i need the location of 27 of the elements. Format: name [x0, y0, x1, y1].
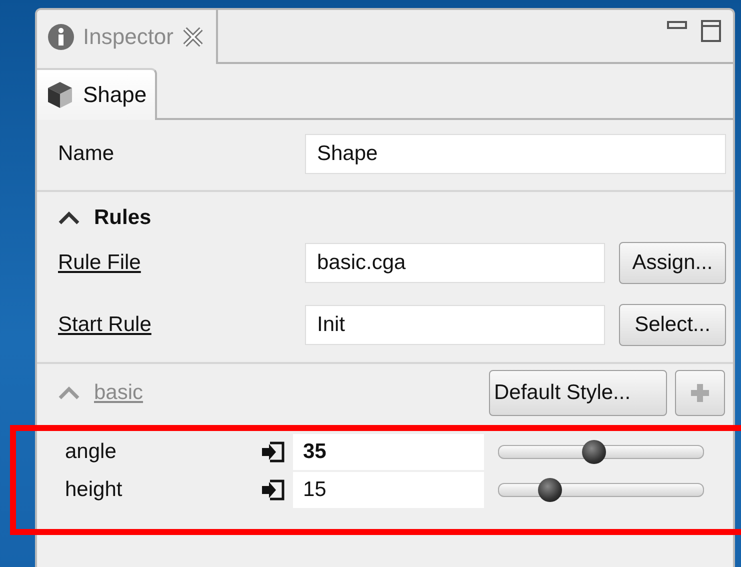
name-field[interactable]: Shape [305, 134, 726, 174]
import-icon[interactable] [261, 441, 285, 463]
maximize-icon[interactable] [701, 20, 721, 42]
minimize-icon[interactable] [667, 20, 687, 30]
chevron-up-icon[interactable] [58, 211, 80, 225]
rule-field[interactable]: basic.cga [305, 243, 605, 283]
rule-link[interactable]: Start Rule [58, 313, 291, 337]
slider-track[interactable] [498, 477, 704, 503]
slider-thumb[interactable] [582, 440, 606, 464]
cube-icon [47, 81, 73, 109]
attribute-label: angle [65, 440, 118, 464]
rule-button[interactable]: Assign... [619, 242, 726, 284]
rule-button[interactable]: Select... [619, 304, 726, 346]
section-title: Rules [94, 206, 152, 230]
attribute-label: height [65, 478, 124, 502]
info-icon [47, 23, 75, 51]
rule-field[interactable]: Init [305, 305, 605, 345]
attribute-field[interactable]: 15 [293, 472, 484, 508]
plus-icon [689, 382, 711, 404]
close-icon[interactable] [182, 26, 204, 48]
name-label: Name [58, 142, 116, 166]
attribute-field[interactable]: 35 [293, 434, 484, 470]
slider-thumb[interactable] [538, 478, 562, 502]
shape-tab[interactable]: Shape [37, 68, 157, 120]
slider-track[interactable] [498, 439, 704, 465]
import-icon[interactable] [261, 479, 285, 501]
rule-link[interactable]: Rule File [58, 251, 291, 275]
